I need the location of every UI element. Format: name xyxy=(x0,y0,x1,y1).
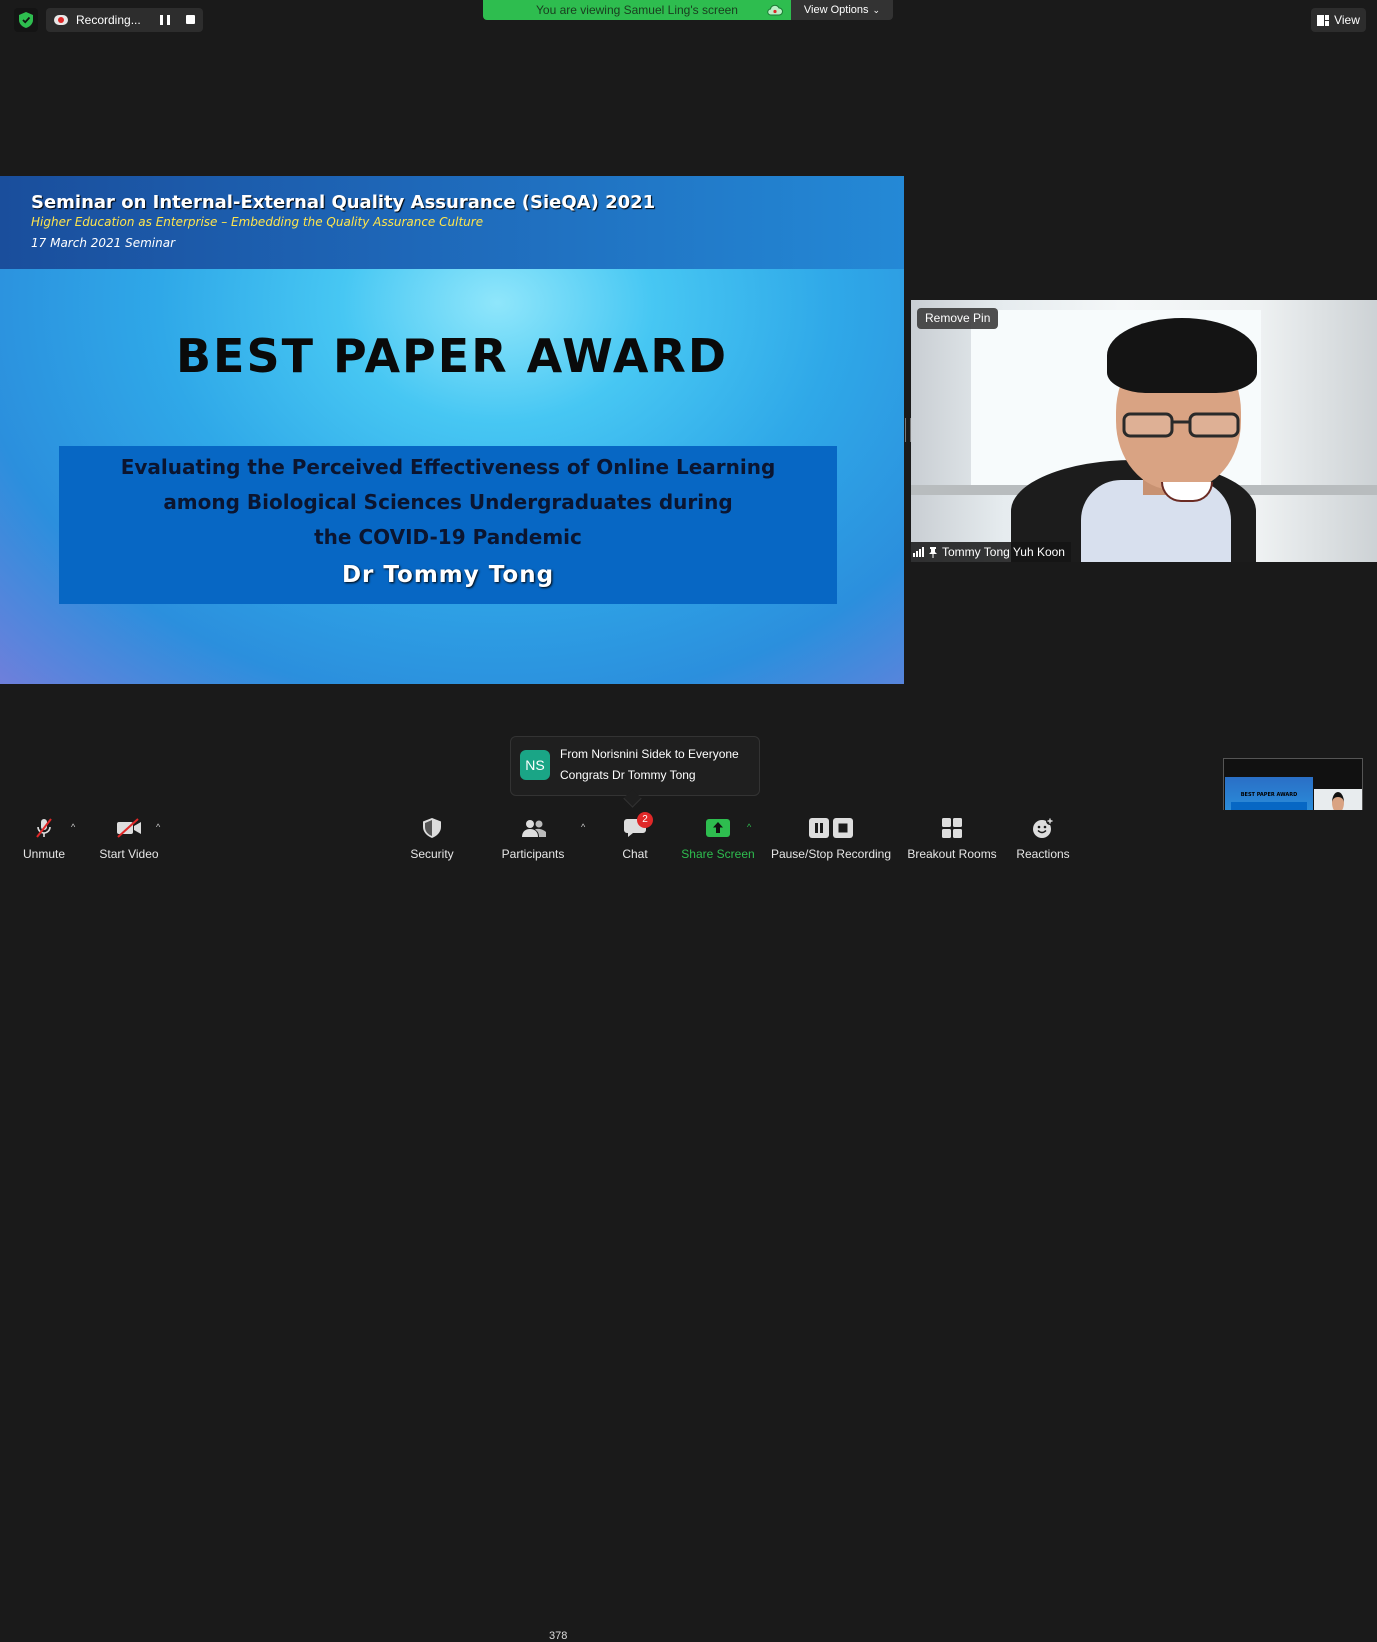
microphone-muted-icon xyxy=(36,818,52,838)
security-shield-icon xyxy=(423,818,441,838)
participants-button[interactable]: Participants xyxy=(498,810,568,861)
cloud-recording-icon xyxy=(54,15,68,25)
recording-label: Recording... xyxy=(76,13,141,27)
audio-options-caret-icon[interactable]: ^ xyxy=(71,822,75,832)
chat-unread-badge: 2 xyxy=(637,812,653,828)
reactions-button[interactable]: Reactions xyxy=(1012,810,1074,861)
pause-stop-recording-button[interactable]: Pause/Stop Recording xyxy=(768,810,894,861)
meeting-toolbar: Unmute ^ Start Video ^ Security Particip… xyxy=(0,810,1377,1642)
recording-indicator: Recording... xyxy=(46,8,203,32)
pause-stop-recording-label: Pause/Stop Recording xyxy=(770,847,892,861)
video-hair xyxy=(1107,318,1257,393)
slide-date: 17 March 2021 Seminar xyxy=(31,236,176,250)
pin-icon xyxy=(929,546,937,558)
security-shield-icon[interactable] xyxy=(14,8,38,32)
breakout-rooms-grid-icon xyxy=(942,818,962,838)
security-label: Security xyxy=(410,847,454,861)
share-screen-label: Share Screen xyxy=(681,847,755,861)
participant-name-tag: Tommy Tong Yuh Koon xyxy=(911,542,1071,562)
start-video-label: Start Video xyxy=(99,847,159,861)
participants-icon xyxy=(522,820,546,837)
breakout-rooms-label: Breakout Rooms xyxy=(907,847,997,861)
participants-options-caret-icon[interactable]: ^ xyxy=(581,822,585,832)
chat-label: Chat xyxy=(622,847,648,861)
video-options-caret-icon[interactable]: ^ xyxy=(156,822,160,832)
paper-title-box: Evaluating the Perceived Effectiveness o… xyxy=(59,446,837,604)
paper-title-line: the COVID-19 Pandemic xyxy=(314,525,582,549)
view-label: View xyxy=(1334,13,1360,27)
reactions-label: Reactions xyxy=(1016,847,1070,861)
shield-icon xyxy=(19,12,33,28)
view-options-button[interactable]: View Options ⌄ xyxy=(791,0,893,20)
share-screen-button[interactable]: Share Screen xyxy=(680,810,756,861)
award-heading: BEST PAPER AWARD xyxy=(175,329,729,383)
breakout-rooms-button[interactable]: Breakout Rooms xyxy=(904,810,1000,861)
video-glasses xyxy=(1122,412,1240,438)
paper-title-line: Evaluating the Perceived Effectiveness o… xyxy=(120,455,776,479)
viewing-screen-text: You are viewing Samuel Ling's screen xyxy=(536,3,738,17)
share-screen-arrow-icon xyxy=(706,819,730,837)
video-camera-off-icon xyxy=(117,818,141,838)
start-video-button[interactable]: Start Video xyxy=(96,810,162,861)
viewing-screen-banner: You are viewing Samuel Ling's screen xyxy=(483,0,791,20)
layout-icon xyxy=(1317,14,1330,26)
participant-name: Tommy Tong Yuh Koon xyxy=(942,545,1065,559)
sender-avatar: NS xyxy=(520,750,550,780)
stop-icon xyxy=(833,818,853,838)
security-button[interactable]: Security xyxy=(404,810,460,861)
paper-author: Dr Tommy Tong xyxy=(341,562,555,588)
chat-sender-line: From Norisnini Sidek to Everyone xyxy=(560,747,739,761)
remove-pin-button[interactable]: Remove Pin xyxy=(917,308,999,329)
view-options-label: View Options xyxy=(803,4,869,16)
unmute-button[interactable]: Unmute xyxy=(18,810,70,861)
participant-video[interactable]: Remove Pin Tommy Tong Yuh Koon xyxy=(911,300,1377,562)
shared-screen: Seminar on Internal-External Quality Ass… xyxy=(0,176,904,684)
thumbnail-award-text: BEST PAPER AWARD xyxy=(1240,792,1298,798)
slide-header: Seminar on Internal-External Quality Ass… xyxy=(0,176,904,269)
slide-subtitle: Higher Education as Enterprise – Embeddi… xyxy=(31,215,484,229)
slide-title: Seminar on Internal-External Quality Ass… xyxy=(31,192,656,213)
chat-notification[interactable]: NS From Norisnini Sidek to Everyone Cong… xyxy=(510,736,760,796)
unmute-label: Unmute xyxy=(22,847,66,861)
pause-icon xyxy=(809,818,829,838)
view-layout-button[interactable]: View xyxy=(1311,8,1366,32)
participants-count: 378 xyxy=(549,1630,568,1642)
chevron-down-icon: ⌄ xyxy=(872,4,881,15)
share-options-caret-icon[interactable]: ^ xyxy=(747,822,751,832)
paper-title-line: among Biological Sciences Undergraduates… xyxy=(163,490,733,514)
stop-recording-icon[interactable] xyxy=(186,15,195,24)
cloud-icon xyxy=(767,4,783,16)
chat-message: Congrats Dr Tommy Tong xyxy=(560,768,696,782)
smiley-icon xyxy=(1033,817,1054,838)
pause-recording-icon[interactable] xyxy=(160,15,170,25)
participants-label: Participants xyxy=(501,847,565,861)
signal-strength-icon xyxy=(913,547,924,557)
